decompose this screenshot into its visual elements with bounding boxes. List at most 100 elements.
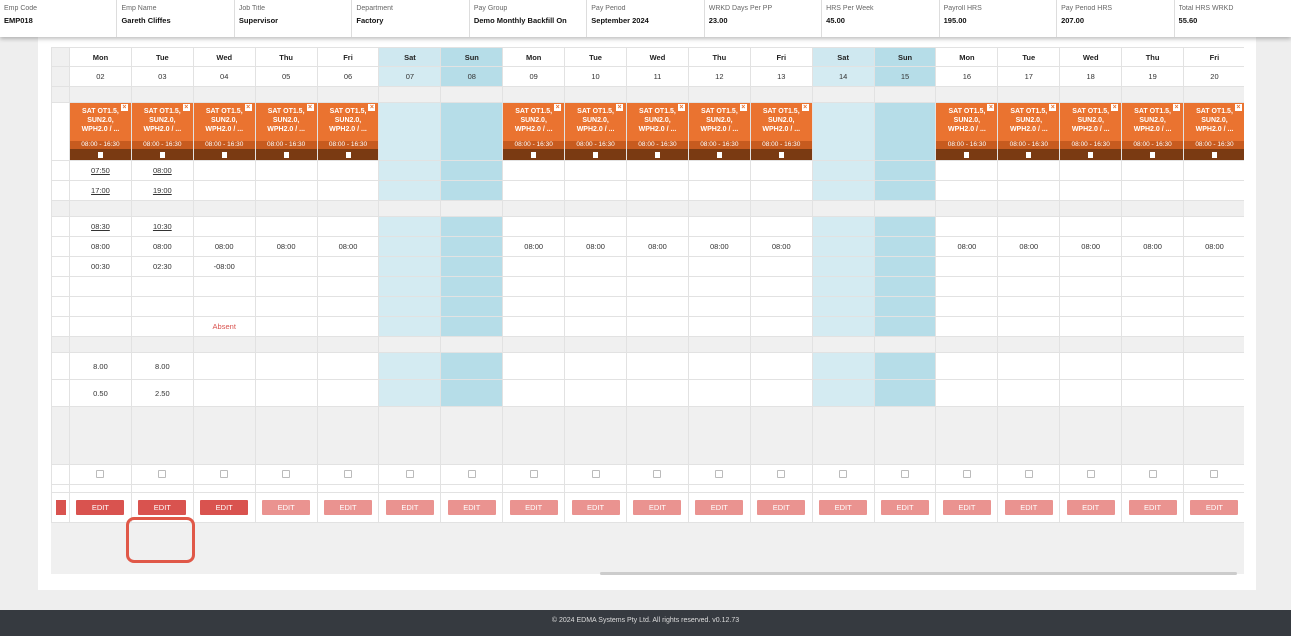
day-checkbox[interactable] xyxy=(96,469,105,478)
shift-block[interactable]: × SAT OT1.5, SUN2.0, WPH2.0 / ... 08:00 - 16… xyxy=(998,103,1059,160)
edit-button[interactable]: EDIT xyxy=(1128,500,1177,515)
edit-button[interactable]: EDIT xyxy=(1066,500,1115,515)
day-checkbox[interactable] xyxy=(591,469,600,478)
shift-close-icon[interactable]: × xyxy=(120,104,128,111)
document-icon[interactable] xyxy=(345,151,351,158)
shift-close-icon[interactable]: × xyxy=(616,104,624,111)
day-cell: 8.00 xyxy=(130,352,194,380)
clock-in-time[interactable]: 07:50 xyxy=(91,166,110,175)
edit-button[interactable]: EDIT xyxy=(633,500,682,515)
shift-block[interactable]: × SAT OT1.5, SUN2.0, WPH2.0 / ... 08:00 - 16… xyxy=(194,103,255,160)
edit-button[interactable]: EDIT xyxy=(447,500,496,515)
shift-block[interactable]: × SAT OT1.5, SUN2.0, WPH2.0 / ... 08:00 - 16… xyxy=(936,103,997,160)
document-icon[interactable] xyxy=(1150,151,1156,158)
shift-block[interactable]: × SAT OT1.5, SUN2.0, WPH2.0 / ... 08:00 - 16… xyxy=(256,103,317,160)
day-checkbox[interactable] xyxy=(962,469,971,478)
edit-button[interactable]: EDIT xyxy=(571,500,620,515)
clock-out-time[interactable]: 17:00 xyxy=(91,186,110,195)
clock-out-time[interactable]: 19:00 xyxy=(153,186,172,195)
shift-block[interactable]: × SAT OT1.5, SUN2.0, WPH2.0 / ... 08:00 - 16… xyxy=(503,103,564,160)
shift-block[interactable]: × SAT OT1.5, SUN2.0, WPH2.0 / ... 08:00 - 16… xyxy=(565,103,626,160)
edit-button[interactable]: EDIT xyxy=(757,500,806,515)
day-checkbox[interactable] xyxy=(1210,469,1219,478)
shift-close-icon[interactable]: × xyxy=(554,104,562,111)
day-checkbox[interactable] xyxy=(158,469,167,478)
document-icon[interactable] xyxy=(593,151,599,158)
shift-block[interactable]: × SAT OT1.5, SUN2.0, WPH2.0 / ... 08:00 - 16… xyxy=(627,103,688,160)
day-checkbox[interactable] xyxy=(220,469,229,478)
edit-button[interactable]: EDIT xyxy=(1004,500,1053,515)
edit-button[interactable]: EDIT xyxy=(138,500,187,515)
break-time[interactable]: 10:30 xyxy=(153,222,172,231)
document-icon[interactable] xyxy=(531,151,537,158)
day-cell xyxy=(316,464,380,485)
document-icon[interactable] xyxy=(1088,151,1094,158)
shift-close-icon[interactable]: × xyxy=(677,104,685,111)
day-cell xyxy=(749,484,813,493)
shift-block[interactable]: × SAT OT1.5, SUN2.0, WPH2.0 / ... 08:00 - 16… xyxy=(318,103,378,160)
document-icon[interactable] xyxy=(283,151,289,158)
shift-close-icon[interactable]: × xyxy=(801,104,809,111)
shift-block[interactable]: × SAT OT1.5, SUN2.0, WPH2.0 / ... 08:00 - 16… xyxy=(70,103,131,160)
document-icon[interactable] xyxy=(778,151,784,158)
day-checkbox[interactable] xyxy=(344,469,352,478)
horizontal-scrollbar[interactable] xyxy=(600,572,1237,575)
day-checkbox[interactable] xyxy=(467,469,476,478)
document-icon[interactable] xyxy=(97,151,103,158)
shift-block[interactable]: × SAT OT1.5, SUN2.0, WPH2.0 / ... 08:00 - 16… xyxy=(689,103,750,160)
shift-close-icon[interactable]: × xyxy=(739,104,747,111)
shift-block[interactable]: × SAT OT1.5, SUN2.0, WPH2.0 / ... 08:00 - 16… xyxy=(1184,103,1244,160)
clock-in-time[interactable]: 08:00 xyxy=(153,166,172,175)
day-checkbox[interactable] xyxy=(1024,469,1033,478)
shift-close-icon[interactable]: × xyxy=(1111,104,1119,111)
shift-close-icon[interactable]: × xyxy=(182,104,190,111)
shift-close-icon[interactable]: × xyxy=(1049,104,1057,111)
document-icon[interactable] xyxy=(159,151,165,158)
edit-button[interactable]: EDIT xyxy=(942,500,991,515)
shift-block[interactable]: × SAT OT1.5, SUN2.0, WPH2.0 / ... 08:00 - 16… xyxy=(1122,103,1183,160)
document-icon[interactable] xyxy=(1211,151,1217,158)
day-checkbox[interactable] xyxy=(715,469,724,478)
edit-button-partial[interactable] xyxy=(55,500,66,515)
document-icon[interactable] xyxy=(654,151,660,158)
day-checkbox[interactable] xyxy=(901,469,910,478)
day-name: Thu xyxy=(279,52,293,62)
edit-button[interactable]: EDIT xyxy=(1190,500,1239,515)
break-time[interactable]: 08:30 xyxy=(91,222,110,231)
table-row: 08:00 08:00 08:00 08:00 08:00 08:00 08:00 08:00… xyxy=(51,236,1244,257)
day-checkbox[interactable] xyxy=(777,469,786,478)
day-checkbox[interactable] xyxy=(839,469,848,478)
edit-button[interactable]: EDIT xyxy=(200,500,249,515)
day-checkbox[interactable] xyxy=(1148,469,1157,478)
shift-block[interactable]: × SAT OT1.5, SUN2.0, WPH2.0 / ... 08:00 - 16… xyxy=(1060,103,1121,160)
document-icon[interactable] xyxy=(221,151,227,158)
edit-button[interactable]: EDIT xyxy=(76,500,125,515)
edit-button[interactable]: EDIT xyxy=(385,500,434,515)
document-icon[interactable] xyxy=(964,151,970,158)
day-checkbox[interactable] xyxy=(405,469,414,478)
timesheet-grid[interactable]: Mon Tue Wed Thu Fri Sat Sun Mon Tue Wed Thu Fri Sat S… xyxy=(51,47,1244,574)
shift-close-icon[interactable]: × xyxy=(306,104,314,111)
day-cell xyxy=(997,256,1061,277)
day-cell: × SAT OT1.5, SUN2.0, WPH2.0 / ... 08:00 - 16… xyxy=(1183,102,1244,161)
edit-button[interactable]: EDIT xyxy=(509,500,558,515)
edit-button[interactable]: EDIT xyxy=(819,500,868,515)
day-checkbox[interactable] xyxy=(282,469,291,478)
document-icon[interactable] xyxy=(1026,151,1032,158)
edit-button[interactable]: EDIT xyxy=(881,500,930,515)
shift-close-icon[interactable]: × xyxy=(1173,104,1181,111)
shift-close-icon[interactable]: × xyxy=(244,104,252,111)
edit-button[interactable]: EDIT xyxy=(262,500,311,515)
edit-button[interactable]: EDIT xyxy=(695,500,744,515)
day-cell: EDIT xyxy=(626,492,689,523)
edit-button[interactable]: EDIT xyxy=(324,500,372,515)
day-checkbox[interactable] xyxy=(653,469,662,478)
day-checkbox[interactable] xyxy=(1086,469,1095,478)
day-checkbox[interactable] xyxy=(529,469,538,478)
shift-close-icon[interactable]: × xyxy=(1234,104,1242,111)
shift-block[interactable]: × SAT OT1.5, SUN2.0, WPH2.0 / ... 08:00 - 16… xyxy=(132,103,193,160)
shift-close-icon[interactable]: × xyxy=(368,104,376,111)
shift-block[interactable]: × SAT OT1.5, SUN2.0, WPH2.0 / ... 08:00 - 16… xyxy=(751,103,812,160)
shift-close-icon[interactable]: × xyxy=(987,104,995,111)
document-icon[interactable] xyxy=(716,151,722,158)
